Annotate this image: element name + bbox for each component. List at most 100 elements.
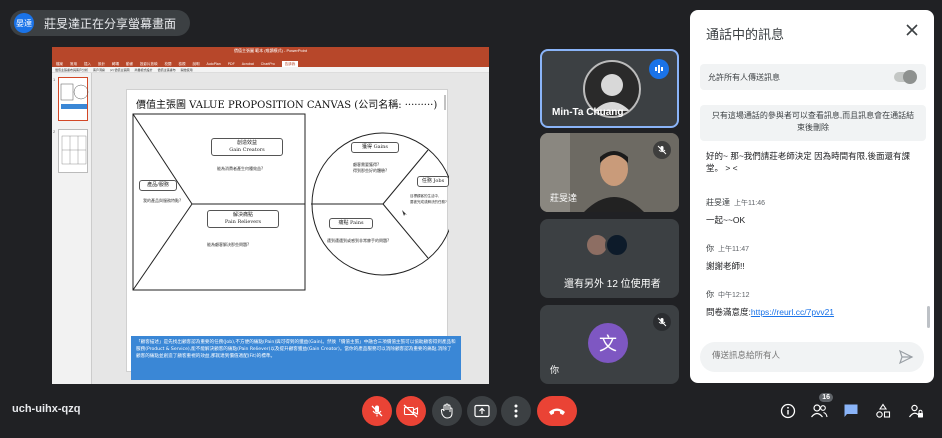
bookmark-item[interactable]: 商業模式設計: [135, 68, 153, 72]
jobs-note: 目標顧客的生活中, 要被完成或解決的任務?: [410, 194, 447, 204]
camera-button[interactable]: [396, 396, 426, 426]
message-text: 一起~~OK: [706, 215, 746, 225]
message-text: 問卷滿意度:: [706, 307, 751, 317]
allow-messages-toggle[interactable]: [894, 70, 917, 84]
message-sender: 你: [706, 290, 714, 299]
pain-relievers-label: 解決痛點 Pain Relievers: [207, 210, 279, 228]
allow-messages-label: 允許所有人傳送訊息: [708, 73, 780, 82]
present-screen-button[interactable]: [467, 396, 497, 426]
bookmark-item[interactable]: 價值主張畫布: [158, 68, 176, 72]
chat-icon: [844, 404, 858, 417]
ribbon-tab[interactable]: 告訴我: [281, 61, 299, 67]
powerpoint-body: 1 2 價值主張圖 VALUE PROPOSITION CANVAS (公司名稱…: [52, 73, 489, 384]
hang-up-icon: [549, 408, 565, 415]
ribbon-tab[interactable]: PDF: [228, 61, 235, 67]
bookmark-item[interactable]: 價值主張畫布與客戶分析: [55, 68, 88, 72]
presenter-text: 莊旻達正在分享螢幕畫面: [44, 16, 177, 31]
ribbon-tab[interactable]: 動畫: [126, 61, 133, 67]
meeting-details-button[interactable]: [777, 400, 799, 422]
message-text: 好的~ 那~我們請莊老師決定 因為時間有限,後面還有課堂。 > <: [706, 151, 911, 173]
gain-creators-label: 創造效益 Gain Creators: [211, 138, 283, 156]
pains-label: 痛點 Pains: [329, 218, 373, 229]
presenter-banner: 晏達 莊旻達正在分享螢幕畫面: [10, 10, 191, 36]
chat-panel: 通話中的訊息 允許所有人傳送訊息 只有這場通話的參與者可以查看訊息,而且訊息會在…: [690, 10, 934, 383]
toggle-knob: [903, 70, 917, 84]
participant-avatar: [605, 233, 629, 257]
chat-button[interactable]: [840, 400, 862, 422]
meet-window: 晏達 莊旻達正在分享螢幕畫面 價值主張圖 範本 (唯讀模式) - PowerPo…: [0, 0, 942, 438]
slide-thumbnails: 1 2: [52, 73, 92, 384]
people-count-badge: 16: [819, 393, 833, 402]
survey-link[interactable]: https://reurl.cc/7pvv21: [751, 307, 834, 317]
slide-thumbnail[interactable]: [58, 77, 89, 121]
meeting-code: uch-uihx-qzq: [12, 403, 81, 415]
message-text: 謝謝老師!!: [706, 261, 745, 271]
products-label: 產品/服務: [139, 180, 177, 191]
ribbon-tab[interactable]: 投影片放映: [140, 61, 158, 67]
mic-off-icon: [371, 405, 383, 417]
gains-note: 顧客需要獲得? 得到那些好的體驗?: [353, 162, 388, 173]
self-avatar: 文: [588, 323, 628, 363]
ribbon-tab[interactable]: AutoPlan: [207, 61, 221, 67]
activities-icon: [876, 403, 891, 418]
activities-button[interactable]: [872, 400, 894, 422]
jobs-label: 任務 Jobs: [417, 176, 449, 187]
ribbon-tab[interactable]: 轉場: [112, 61, 119, 67]
bookmark-item[interactable]: 開始使用: [181, 68, 193, 72]
ribbon-tab[interactable]: 設計: [98, 61, 105, 67]
more-options-button[interactable]: [501, 396, 531, 426]
pains-note: 遭到遭遇到或感到非常棘手的問題?: [327, 238, 390, 243]
bookmark-item[interactable]: (2) 價值主張圖: [110, 68, 130, 72]
speaking-indicator-icon: [649, 59, 669, 79]
chat-scrollbar[interactable]: [927, 306, 930, 328]
gains-label: 獲得 Gains: [351, 142, 399, 153]
ribbon-tab[interactable]: Acrobat: [242, 61, 254, 67]
other-participants-text: 還有另外 12 位使用者: [564, 279, 661, 290]
message-sender: 你: [706, 244, 714, 253]
raise-hand-button[interactable]: [432, 396, 462, 426]
hand-icon: [440, 403, 453, 419]
allow-messages-row: 允許所有人傳送訊息: [700, 64, 926, 90]
powerpoint-ribbon: 檔案 常用 插入 設計 轉場 動畫 投影片放映 校閱 檢視 說明 AutoPlan PDF Acroba…: [52, 55, 489, 67]
participant-tile-min-ta-chuang[interactable]: Min-Ta Chuang: [540, 49, 679, 128]
participant-tile-camera[interactable]: 莊旻達: [540, 133, 679, 212]
message-time: 上午11:46: [734, 200, 765, 207]
ribbon-tab[interactable]: 常用: [70, 61, 77, 67]
participant-tile-you[interactable]: 文 你: [540, 305, 679, 384]
value-proposition-diagram: [132, 95, 449, 291]
ribbon-tab[interactable]: 檢視: [179, 61, 186, 67]
lock-person-icon: [909, 404, 923, 418]
chat-message: 你上午11:47 謝謝老師!!: [706, 242, 920, 272]
participant-name: Min-Ta Chuang: [552, 107, 624, 118]
send-icon[interactable]: [898, 349, 914, 365]
participant-name: 莊旻達: [550, 193, 578, 203]
more-vert-icon: [514, 404, 518, 418]
host-controls-button[interactable]: [905, 400, 927, 422]
chat-message-input[interactable]: [712, 350, 882, 360]
microphone-button[interactable]: [362, 396, 392, 426]
slide-canvas[interactable]: 價值主張圖 VALUE PROPOSITION CANVAS (公司名稱: ··…: [126, 89, 461, 380]
ribbon-tab[interactable]: 插入: [84, 61, 91, 67]
close-icon[interactable]: [904, 22, 920, 38]
bookmark-item[interactable]: 客戶洞察: [93, 68, 105, 72]
chat-message: 好的~ 那~我們請莊老師決定 因為時間有限,後面還有課堂。 > <: [706, 150, 920, 174]
ribbon-tab[interactable]: 校閱: [165, 61, 172, 67]
ribbon-tab[interactable]: 說明: [193, 61, 200, 67]
people-button[interactable]: 16: [808, 393, 833, 422]
pain-relievers-note: 能為顧客解決那些問題?: [207, 242, 250, 247]
ribbon-tab[interactable]: ChartPro: [261, 61, 275, 67]
present-screen-icon: [474, 404, 490, 418]
chat-info-box: 只有這場通話的參與者可以查看訊息,而且訊息會在通話結束後刪除: [700, 105, 926, 141]
products-note: 我的產品與服務特點?: [143, 198, 182, 203]
people-icon: [811, 404, 828, 418]
slide-thumbnail[interactable]: [58, 129, 88, 173]
slide-number: 1: [53, 77, 56, 82]
ribbon-tab[interactable]: 檔案: [56, 61, 63, 67]
slide-number: 2: [53, 129, 56, 134]
canvas-description: 「顧客描述」是先找出顧客認為重要的任務(Job),不方便的痛點(Pain)與可得…: [131, 336, 461, 380]
gain-creators-note: 能為消費者產生何種效益?: [217, 166, 264, 171]
chat-message: 莊旻達 上午11:46 一起~~OK: [706, 196, 920, 226]
participant-tile-others[interactable]: 還有另外 12 位使用者: [540, 219, 679, 298]
info-icon: [780, 403, 796, 419]
end-call-button[interactable]: [537, 396, 577, 426]
